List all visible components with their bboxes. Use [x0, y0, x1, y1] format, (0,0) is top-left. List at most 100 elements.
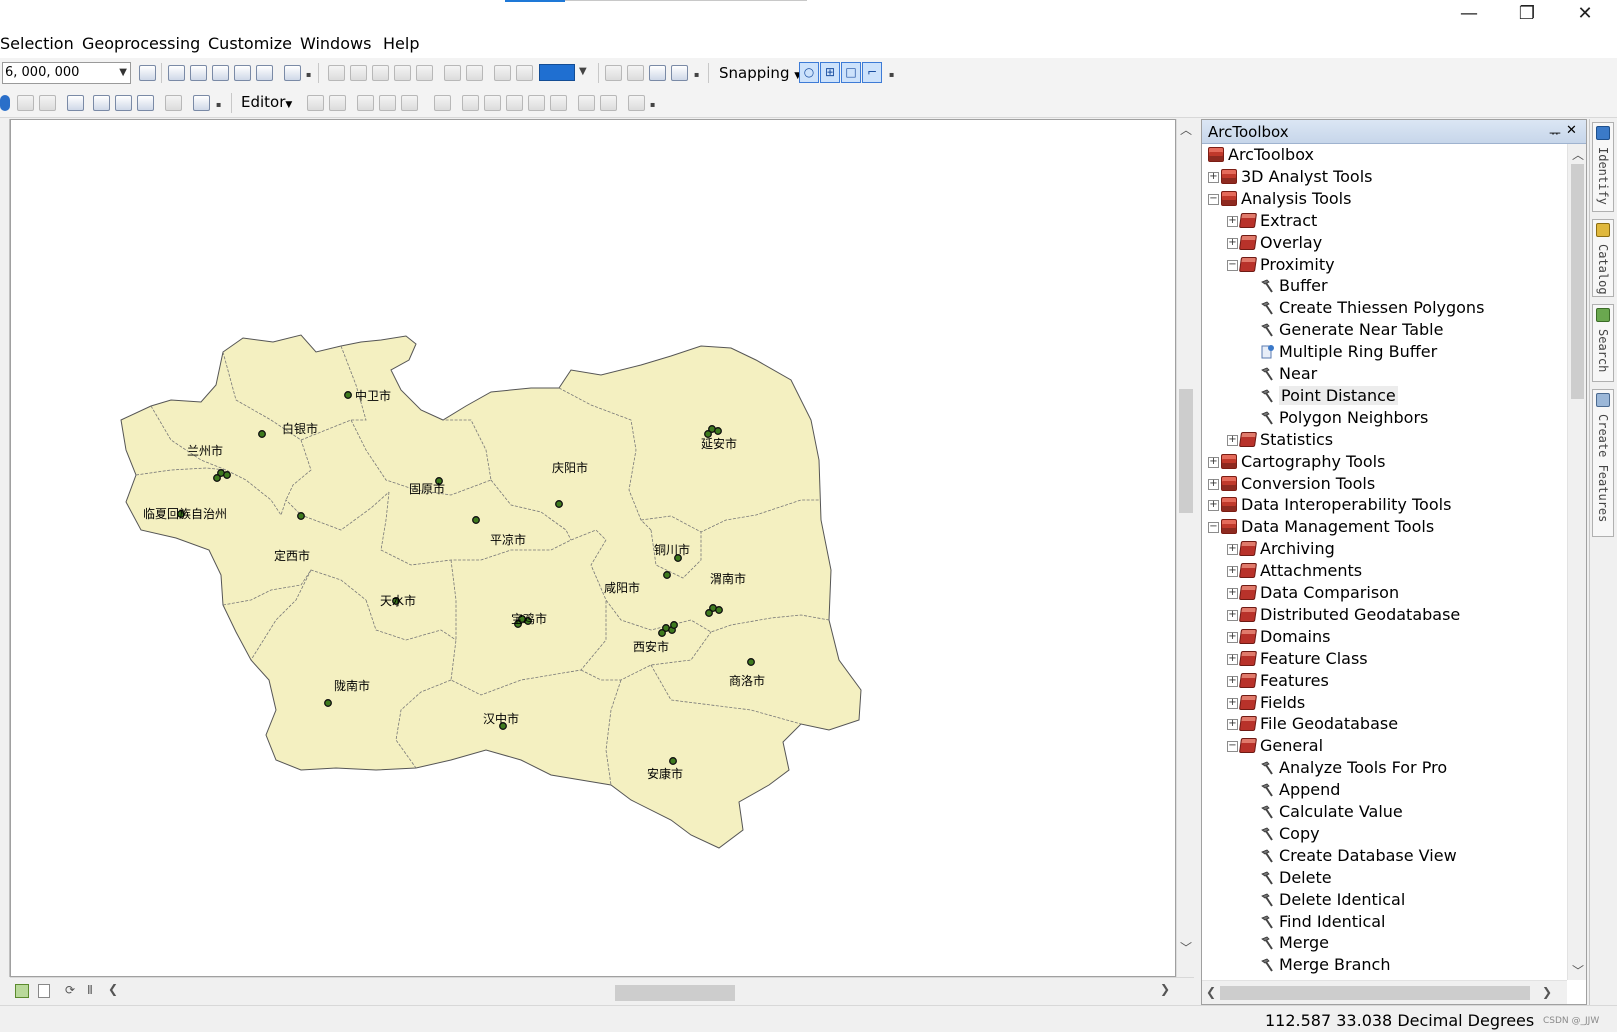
attributes-icon[interactable] [578, 95, 595, 111]
scroll-up-icon[interactable]: ︿ [1572, 146, 1584, 163]
hyperlink-icon[interactable] [17, 95, 34, 111]
tree-item[interactable]: + Features [1202, 670, 1568, 692]
scroll-right-icon[interactable]: ❯ [1160, 982, 1170, 996]
expand-icon[interactable]: + [1227, 566, 1238, 578]
scroll-thumb[interactable] [615, 985, 735, 1001]
tree-item[interactable]: − Data Management Tools [1202, 516, 1568, 538]
tree-item[interactable]: − Proximity [1202, 254, 1568, 276]
scroll-up-icon[interactable]: ︿ [1180, 121, 1192, 138]
toolbar-grip[interactable]: ▪ [306, 71, 312, 84]
menu-selection[interactable]: Selection [0, 34, 74, 53]
scroll-left-icon[interactable]: ❮ [108, 982, 118, 996]
cut-polygons-icon[interactable] [506, 95, 523, 111]
tree-item[interactable]: Merge Branch [1202, 954, 1568, 976]
tree-item[interactable]: Find Identical [1202, 911, 1568, 933]
tree-item[interactable]: − General [1202, 735, 1568, 757]
expand-icon[interactable]: + [1227, 544, 1238, 556]
expand-icon[interactable]: + [1227, 215, 1238, 227]
measure-icon[interactable] [67, 95, 84, 111]
expand-icon[interactable]: + [1208, 456, 1219, 468]
tree-item[interactable]: + Feature Class [1202, 648, 1568, 670]
expand-icon[interactable]: + [1227, 237, 1238, 249]
tree-item[interactable]: + Statistics [1202, 429, 1568, 451]
tree-item[interactable]: + Conversion Tools [1202, 473, 1568, 495]
tree-item[interactable]: + Archiving [1202, 538, 1568, 560]
layout-full-icon[interactable] [671, 65, 688, 81]
model-builder-icon[interactable] [284, 65, 301, 81]
scroll-left-icon[interactable]: ❮ [1206, 985, 1216, 999]
tab-identify[interactable]: Identify [1592, 122, 1614, 212]
find-route-icon[interactable] [115, 95, 132, 111]
tree-item[interactable]: Near [1202, 363, 1568, 385]
menu-geoprocessing[interactable]: Geoprocessing [82, 34, 200, 53]
map-canvas[interactable]: 中卫市白银市兰州市临夏回族自治州定西市 固原市 庆阳市平凉市 延安市铜川市渭南市咸阳市… [11, 120, 1175, 976]
scroll-thumb[interactable] [1179, 389, 1193, 513]
expand-icon[interactable]: + [1227, 653, 1238, 665]
restore-button[interactable]: ❐ [1498, 0, 1556, 30]
layout-page-icon[interactable] [605, 65, 622, 81]
tree-item[interactable]: Calculate Value [1202, 801, 1568, 823]
pin-icon[interactable]: ᅲ [1549, 123, 1561, 142]
editor-menu[interactable]: Editor▼ [241, 93, 292, 111]
expand-icon[interactable]: + [1208, 478, 1219, 490]
scroll-thumb[interactable] [1571, 164, 1584, 399]
tree-item[interactable]: +3D Analyst Tools [1202, 166, 1568, 188]
catalog-window-icon[interactable] [190, 65, 207, 81]
editor-toolbar-icon[interactable] [139, 65, 156, 81]
map-scale-combobox[interactable]: 6, 000, 000 ▼ [2, 62, 131, 84]
tab-search[interactable]: Search [1592, 304, 1614, 382]
tree-item[interactable]: Create Database View [1202, 845, 1568, 867]
tree-item[interactable]: Create Thiessen Polygons [1202, 297, 1568, 319]
tree-item[interactable]: + Attachments [1202, 560, 1568, 582]
tab-catalog[interactable]: Catalog [1592, 219, 1614, 297]
layout-zoom-icon[interactable] [627, 65, 644, 81]
edit-annotation-icon[interactable] [329, 95, 346, 111]
time-slider-icon[interactable] [165, 95, 182, 111]
collapse-icon[interactable]: − [1208, 522, 1219, 534]
go-back-icon[interactable] [494, 65, 511, 81]
layout-pan-icon[interactable] [649, 65, 666, 81]
expand-icon[interactable]: + [1227, 675, 1238, 687]
end-snapping-button[interactable]: ⊞ [820, 62, 840, 83]
tree-item[interactable]: Copy [1202, 823, 1568, 845]
map-vertical-scrollbar[interactable]: ︿ ﹀ [1176, 119, 1194, 977]
tree-item[interactable]: − Analysis Tools [1202, 188, 1568, 210]
expand-icon[interactable]: + [1227, 719, 1238, 731]
scroll-down-icon[interactable]: ﹀ [1180, 939, 1192, 956]
toolbar-grip[interactable]: ▪ [216, 101, 222, 114]
edit-vertices-icon[interactable] [462, 95, 479, 111]
python-window-icon[interactable] [256, 65, 273, 81]
arctoolbox-icon[interactable] [234, 65, 251, 81]
collapse-icon[interactable]: − [1227, 259, 1238, 271]
reshape-icon[interactable] [484, 95, 501, 111]
html-popup-icon[interactable] [39, 95, 56, 111]
go-forward-icon[interactable] [516, 65, 533, 81]
tree-item[interactable]: Multiple Ring Buffer [1202, 341, 1568, 363]
menu-customize[interactable]: Customize [208, 34, 292, 53]
point-tool-icon[interactable] [434, 95, 451, 111]
tab-create-features[interactable]: Create Features [1592, 389, 1614, 537]
go-to-xy-icon[interactable] [137, 95, 154, 111]
data-view-icon[interactable] [15, 984, 29, 998]
expand-icon[interactable]: + [1227, 631, 1238, 643]
scroll-thumb[interactable] [1220, 986, 1530, 1000]
layout-view-icon[interactable] [38, 984, 50, 998]
tree-item[interactable]: Buffer [1202, 275, 1568, 297]
endpoint-arc-icon[interactable] [379, 95, 396, 111]
tree-item[interactable]: + Overlay [1202, 232, 1568, 254]
menu-windows[interactable]: Windows [300, 34, 371, 53]
map-view[interactable]: 中卫市 白银市 兰州市 临夏回族自治州 定西市 固原市 庆阳市 平凉市 延安市 铜川市 渭南市 咸阳市… [10, 119, 1176, 977]
chevron-down-icon[interactable]: ▼ [579, 66, 587, 77]
full-extent-icon[interactable] [394, 65, 411, 81]
toolbar-grip[interactable]: ▪ [694, 71, 700, 84]
tree-item[interactable]: Polygon Neighbors [1202, 407, 1568, 429]
tree-item[interactable]: + Data Comparison [1202, 582, 1568, 604]
straight-segment-icon[interactable] [357, 95, 374, 111]
rotate-icon[interactable] [550, 95, 567, 111]
tree-item[interactable]: ArcToolbox [1202, 144, 1568, 166]
collapse-icon[interactable]: − [1208, 193, 1219, 205]
scroll-down-icon[interactable]: ﹀ [1572, 962, 1584, 979]
tree-item[interactable]: Delete Identical [1202, 889, 1568, 911]
tree-item[interactable]: + Distributed Geodatabase [1202, 604, 1568, 626]
split-icon[interactable] [528, 95, 545, 111]
